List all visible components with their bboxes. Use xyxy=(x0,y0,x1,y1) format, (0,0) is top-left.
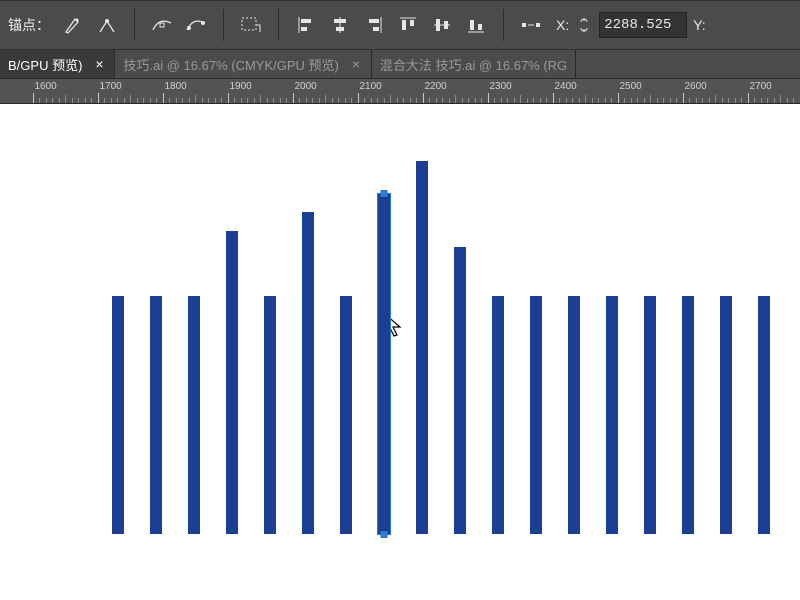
y-label: Y: xyxy=(693,17,705,33)
align-bottom-icon[interactable] xyxy=(461,10,491,40)
shape-bar[interactable] xyxy=(720,296,732,534)
tab-label: 技巧.ai @ 16.67% (CMYK/GPU 预览) xyxy=(123,55,338,74)
shape-bar[interactable] xyxy=(302,212,314,534)
separator xyxy=(223,9,224,41)
link-xy-icon[interactable] xyxy=(575,10,593,40)
align-left-icon[interactable] xyxy=(291,10,321,40)
bbox-icon[interactable] xyxy=(236,10,266,40)
ruler-label: 1900 xyxy=(230,81,252,92)
shape-bar[interactable] xyxy=(492,296,504,534)
ruler-label: 2100 xyxy=(360,81,382,92)
options-bar: 锚点： X: Y: xyxy=(0,0,800,50)
anchor-corner-icon[interactable] xyxy=(92,10,122,40)
x-input[interactable] xyxy=(599,12,687,38)
tab-label: 混合大法 技巧.ai @ 16.67% (RG xyxy=(380,55,567,74)
shape-bar[interactable] xyxy=(226,231,238,534)
shape-bar[interactable] xyxy=(606,296,618,534)
shape-bar[interactable] xyxy=(378,194,390,534)
shape-bar[interactable] xyxy=(188,296,200,534)
ruler-label: 1800 xyxy=(165,81,187,92)
pen-convert-icon[interactable] xyxy=(58,10,88,40)
separator xyxy=(278,9,279,41)
shape-bar[interactable] xyxy=(644,296,656,534)
close-icon[interactable]: × xyxy=(349,57,363,71)
document-tabs: B/GPU 预览) × 技巧.ai @ 16.67% (CMYK/GPU 预览) × 混… xyxy=(0,50,800,79)
align-top-icon[interactable] xyxy=(393,10,423,40)
horizontal-ruler[interactable]: 1600 1700 1800 1900 2000 2100 2200 2300 2400 2500… xyxy=(0,79,800,104)
shape-bar[interactable] xyxy=(112,296,124,534)
align-hcenter-icon[interactable] xyxy=(325,10,355,40)
shape-bar[interactable] xyxy=(568,296,580,534)
join-path-icon[interactable] xyxy=(181,10,211,40)
ruler-label: 2000 xyxy=(295,81,317,92)
shape-bar[interactable] xyxy=(454,247,466,534)
cut-path-icon[interactable] xyxy=(147,10,177,40)
ruler-label: 2700 xyxy=(750,81,772,92)
align-vcenter-icon[interactable] xyxy=(427,10,457,40)
shape-bar[interactable] xyxy=(340,296,352,534)
shape-bar[interactable] xyxy=(264,296,276,534)
shape-bar[interactable] xyxy=(758,296,770,534)
x-label: X: xyxy=(556,17,569,33)
ruler-label: 1600 xyxy=(35,81,57,92)
ruler-label: 2400 xyxy=(555,81,577,92)
artboard-canvas[interactable] xyxy=(0,104,800,600)
document-tab[interactable]: 技巧.ai @ 16.67% (CMYK/GPU 预览) × xyxy=(115,50,371,78)
align-right-icon[interactable] xyxy=(359,10,389,40)
shape-bar[interactable] xyxy=(416,161,428,534)
distribute-icon[interactable] xyxy=(516,10,546,40)
document-tab[interactable]: B/GPU 预览) × xyxy=(0,50,115,78)
ruler-label: 2600 xyxy=(685,81,707,92)
ruler-label: 2500 xyxy=(620,81,642,92)
shape-bar[interactable] xyxy=(530,296,542,534)
tab-label: B/GPU 预览) xyxy=(8,55,82,74)
ruler-label: 2300 xyxy=(490,81,512,92)
ruler-label: 1700 xyxy=(100,81,122,92)
anchor-label: 锚点： xyxy=(8,15,50,35)
shape-bar[interactable] xyxy=(150,296,162,534)
shape-bar[interactable] xyxy=(682,296,694,534)
close-icon[interactable]: × xyxy=(92,57,106,71)
document-tab[interactable]: 混合大法 技巧.ai @ 16.67% (RG xyxy=(372,50,576,78)
separator xyxy=(134,9,135,41)
ruler-label: 2200 xyxy=(425,81,447,92)
separator xyxy=(503,9,504,41)
